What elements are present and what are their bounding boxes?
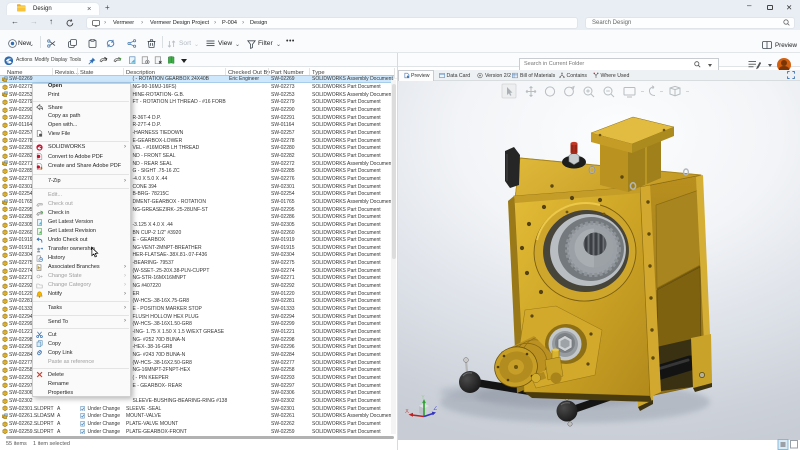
svg-text:Y: Y <box>421 395 425 401</box>
svg-text:X: X <box>405 409 409 415</box>
svg-text:Z: Z <box>434 406 438 412</box>
